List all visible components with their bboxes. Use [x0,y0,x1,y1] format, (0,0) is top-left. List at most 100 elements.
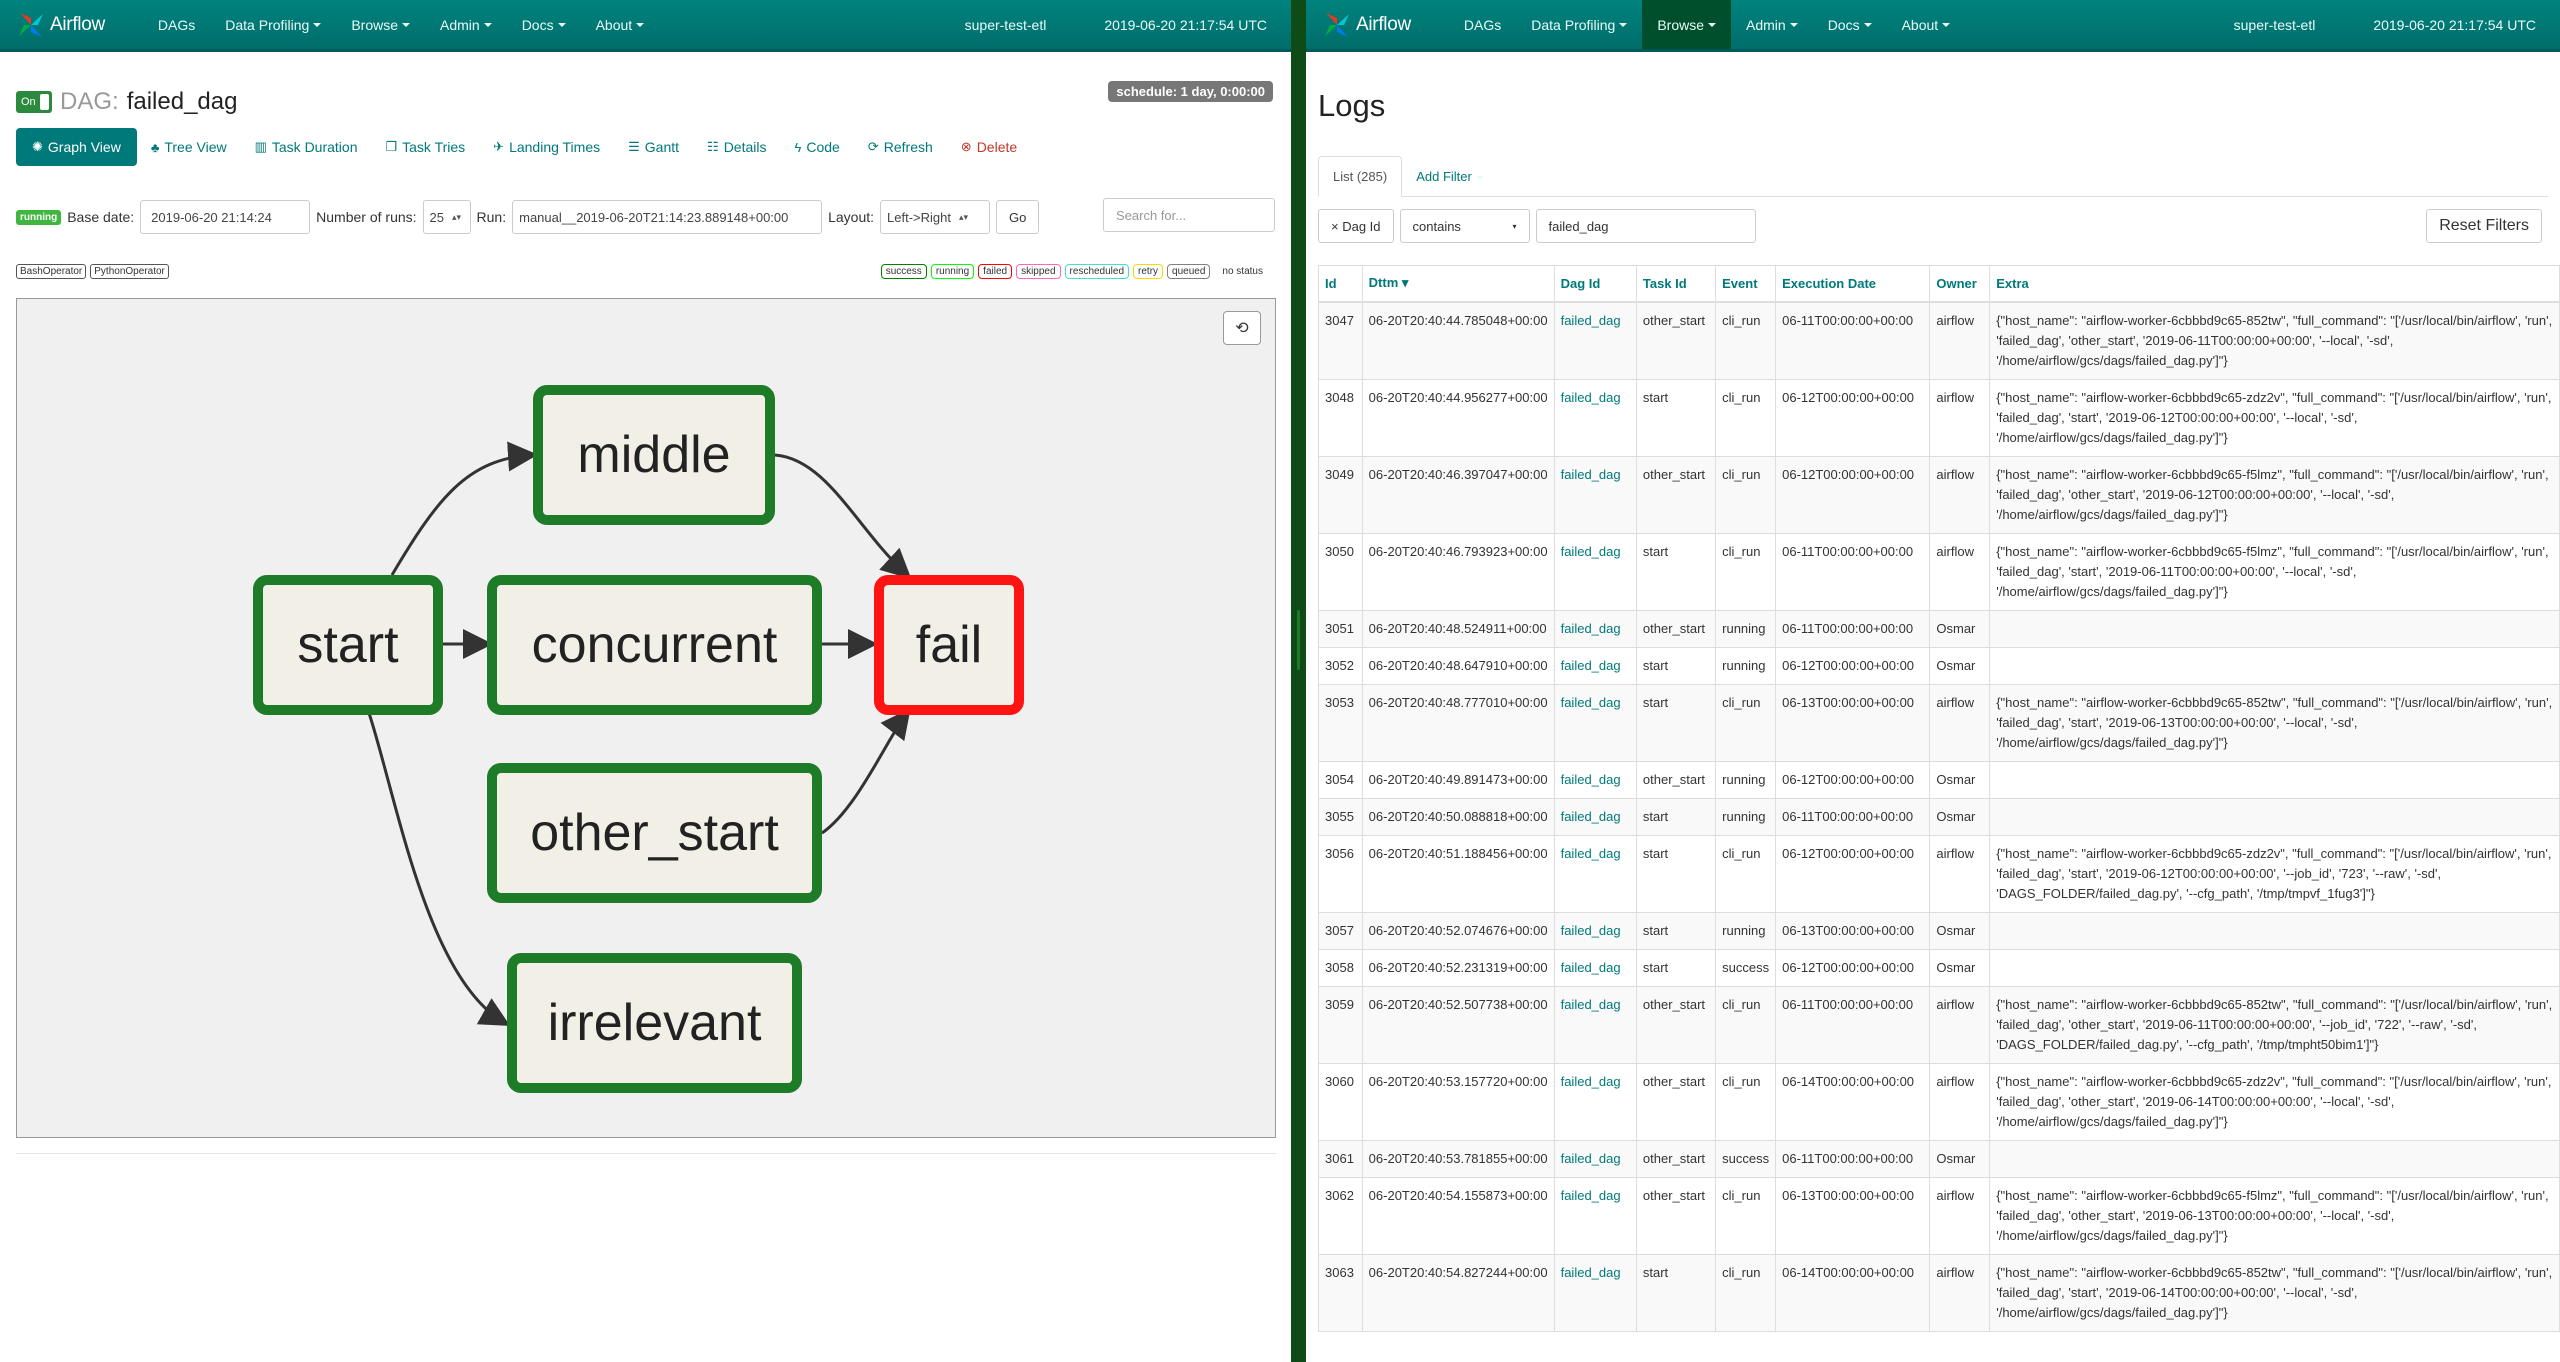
cell-owner: airflow [1929,834,1991,913]
cell-dag-id[interactable]: failed_dag [1553,609,1637,648]
cell-dag-id[interactable]: failed_dag [1553,760,1637,799]
nav-about[interactable]: About [1887,0,1966,49]
status-running: running [930,264,975,279]
column-id[interactable]: Id [1318,265,1363,303]
layout-select[interactable]: Left->Right [880,200,991,234]
nav-docs[interactable]: Docs [507,0,581,49]
cell-dag-id[interactable]: failed_dag [1553,1139,1637,1178]
left-nav-menu: DAGs Data Profiling Browse Admin Docs About [143,0,659,49]
cell-dttm: 06-20T20:40:48.647910+00:00 [1361,646,1555,685]
cell-task-id: start [1635,948,1717,987]
edge-otherstart-fail [821,708,911,835]
cell-dag-id[interactable]: failed_dag [1553,948,1637,987]
task-node-irrelevant[interactable]: irrelevant [507,953,802,1093]
reset-filters-button[interactable]: Reset Filters [2426,209,2542,243]
task-node-start[interactable]: start [253,575,443,715]
cell-owner: Osmar [1929,911,1991,950]
cell-dag-id[interactable]: failed_dag [1553,646,1637,685]
cell-dag-id[interactable]: failed_dag [1553,532,1637,611]
filter-value-input[interactable]: failed_dag [1535,209,1756,243]
tab-landing-times[interactable]: ✈ Landing Times [479,129,614,165]
remove-filter-button[interactable]: × Dag Id [1318,209,1394,243]
tab-label: Details [723,139,767,155]
splitter-grip[interactable] [1297,610,1300,670]
cell-extra: {"host_name": "airflow-worker-6cbbbd9c65… [1989,378,2560,457]
tab-delete[interactable]: ⊗ Delete [947,129,1031,165]
table-row: 3051 06-20T20:40:48.524911+00:00 failed_da… [1318,609,2560,648]
server-time: 2019-06-20 21:17:54 UTC [1104,16,1267,33]
layout-label: Layout: [828,209,875,225]
go-button[interactable]: Go [996,200,1040,234]
cell-dag-id[interactable]: failed_dag [1553,301,1637,380]
cell-dag-id[interactable]: failed_dag [1553,455,1637,534]
cell-task-id: start [1635,646,1717,685]
tab-task-duration[interactable]: ▥ Task Duration [241,129,372,165]
cell-extra: {"host_name": "airflow-worker-6cbbbd9c65… [1989,1176,2560,1255]
airflow-brand[interactable]: Airflow [1322,10,1411,40]
cell-dag-id[interactable]: failed_dag [1553,985,1637,1064]
tab-refresh[interactable]: ⟳ Refresh [854,129,947,165]
base-date-input[interactable]: 2019-06-20 21:14:24 [140,200,311,234]
task-node-label: middle [577,426,731,484]
tab-list[interactable]: List (285) [1318,156,1403,197]
tab-label: Graph View [47,139,121,155]
edge-start-middle [390,441,538,576]
tab-details[interactable]: ☷ Details [693,129,780,165]
cell-dag-id[interactable]: failed_dag [1553,683,1637,762]
nav-data-profiling[interactable]: Data Profiling [210,0,336,49]
cell-extra: {"host_name": "airflow-worker-6cbbbd9c65… [1989,683,2560,762]
nav-browse[interactable]: Browse [336,0,425,49]
airflow-brand[interactable]: Airflow [16,10,105,40]
cell-task-id: other_start [1635,760,1717,799]
filter-operator-select[interactable]: contains ▾ [1399,209,1530,243]
cell-dag-id[interactable]: failed_dag [1553,834,1637,913]
table-row: 3057 06-20T20:40:52.074676+00:00 failed_da… [1318,911,2560,950]
task-node-fail[interactable]: fail [874,575,1024,715]
status-success: success [880,264,927,279]
nav-browse[interactable]: Browse [1642,0,1731,49]
task-node-concurrent[interactable]: concurrent [487,575,822,715]
tab-tree-view[interactable]: ♣ Tree View [137,129,241,165]
cell-dag-id[interactable]: failed_dag [1553,797,1637,836]
tab-code[interactable]: ϟ Code [780,129,853,165]
column-event[interactable]: Event [1715,265,1777,303]
run-select[interactable]: manual__2019-06-20T21:14:23.889148+00:00 [512,200,823,234]
nav-admin[interactable]: Admin [1731,0,1813,49]
cell-dag-id[interactable]: failed_dag [1553,1253,1637,1332]
status-retry: retry [1133,264,1164,279]
tab-gantt[interactable]: ☰ Gantt [614,129,693,165]
nav-about[interactable]: About [581,0,660,49]
task-search-input[interactable]: Search for... [1103,198,1275,232]
nav-data-profiling[interactable]: Data Profiling [1516,0,1642,49]
dag-pause-toggle[interactable]: On [16,91,52,113]
task-node-middle[interactable]: middle [533,385,775,525]
cell-extra: {"host_name": "airflow-worker-6cbbbd9c65… [1989,455,2560,534]
cell-dag-id[interactable]: failed_dag [1553,1062,1637,1141]
task-node-other-start[interactable]: other_start [487,763,822,903]
asterisk-icon: ✺ [32,139,43,154]
column-task-id[interactable]: Task Id [1635,265,1717,303]
tab-task-tries[interactable]: ❐ Task Tries [371,129,479,165]
column-extra[interactable]: Extra [1989,265,2560,303]
cell-dttm: 06-20T20:40:54.827244+00:00 [1361,1253,1555,1332]
add-filter-dropdown[interactable]: Add Filter [1402,157,1498,196]
nav-dags[interactable]: DAGs [1449,0,1516,49]
column-owner[interactable]: Owner [1929,265,1991,303]
nav-docs[interactable]: Docs [1813,0,1887,49]
cell-event: cli_run [1715,532,1777,611]
cell-id: 3054 [1318,760,1363,799]
column-dag-id[interactable]: Dag Id [1553,265,1637,303]
cell-dag-id[interactable]: failed_dag [1553,1176,1637,1255]
column-execution-date[interactable]: Execution Date [1775,265,1931,303]
cell-id: 3049 [1318,455,1363,534]
cell-dag-id[interactable]: failed_dag [1553,911,1637,950]
cell-dag-id[interactable]: failed_dag [1553,378,1637,457]
cell-dttm: 06-20T20:40:53.157720+00:00 [1361,1062,1555,1141]
column-dttm[interactable]: Dttm ▾ [1361,265,1555,303]
cell-exec: 06-11T00:00:00+00:00 [1775,985,1931,1064]
pane-splitter[interactable] [1291,0,1306,1362]
num-runs-select[interactable]: 25 [422,200,471,234]
nav-admin[interactable]: Admin [425,0,507,49]
tab-graph-view[interactable]: ✺ Graph View [16,128,137,166]
nav-dags[interactable]: DAGs [143,0,210,49]
